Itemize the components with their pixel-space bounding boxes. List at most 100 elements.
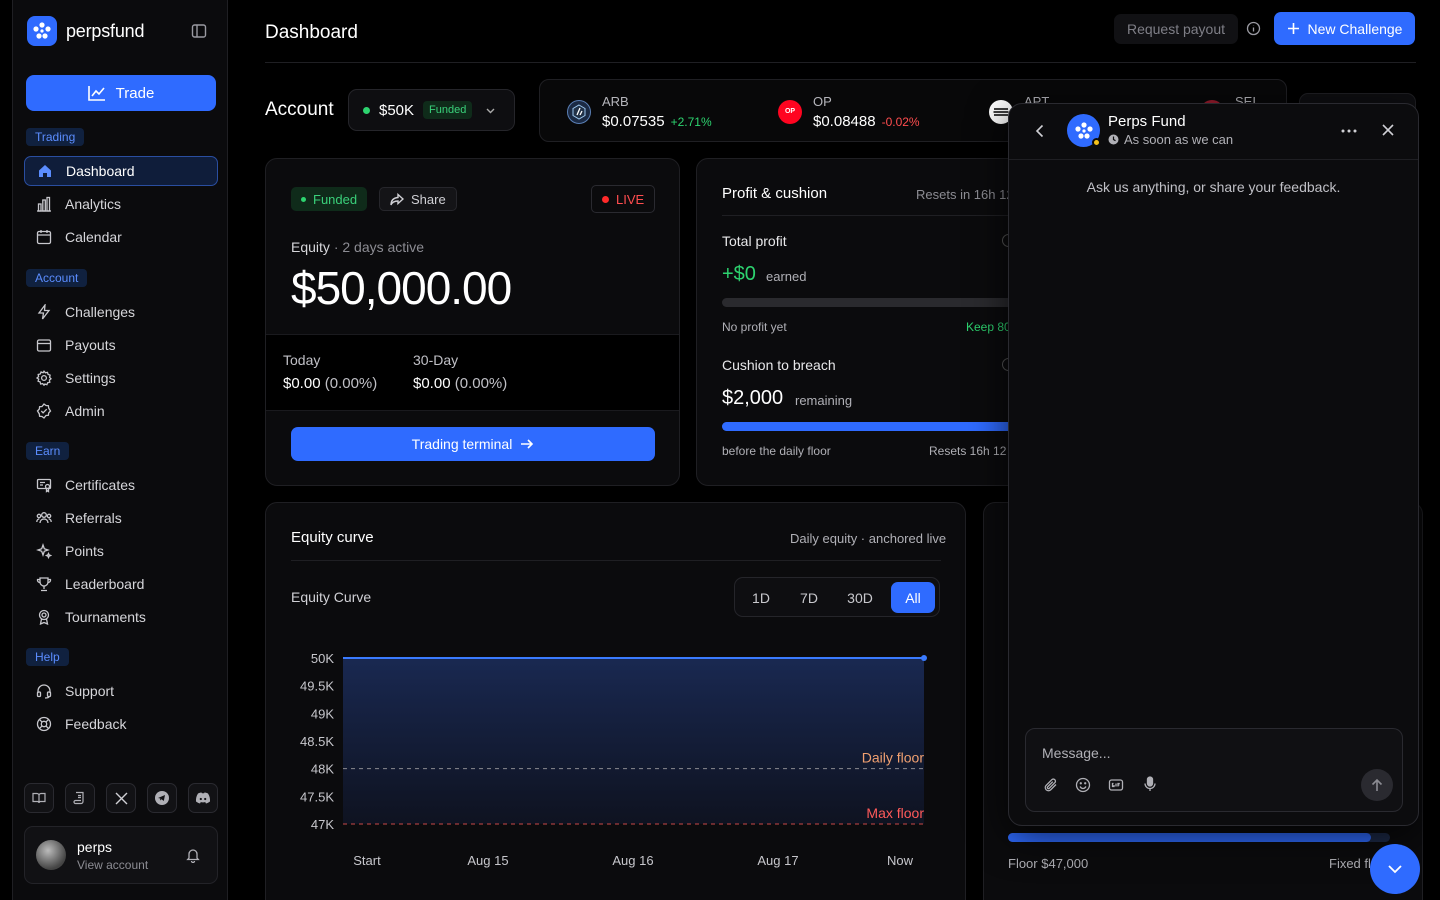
y-tick-label: 49.5K	[300, 679, 334, 694]
badge-check-icon	[36, 403, 52, 419]
microphone-icon[interactable]	[1143, 776, 1157, 792]
ticker-price: $0.08488	[813, 112, 876, 130]
away-status-dot	[1092, 138, 1101, 147]
status-dot	[363, 106, 370, 114]
user-account[interactable]: perps View account	[24, 826, 218, 884]
floor-progress-bar	[1008, 833, 1390, 842]
bar-chart-icon	[37, 196, 51, 212]
sidebar-item-leaderboard[interactable]: Leaderboard	[24, 569, 218, 599]
logo-icon	[1074, 121, 1093, 139]
sidebar-item-points[interactable]: Points	[24, 536, 218, 566]
sidebar-item-settings[interactable]: Settings	[24, 363, 218, 393]
funded-status-badge: Funded	[291, 187, 368, 211]
section-help: Help	[26, 648, 69, 666]
ticker-item-arb[interactable]: ARB $0.07535 +2.71%	[567, 80, 712, 141]
trading-terminal-label: Trading terminal	[411, 436, 513, 452]
medal-icon	[38, 609, 50, 625]
info-icon[interactable]	[1246, 21, 1261, 36]
range-all[interactable]: All	[891, 582, 935, 613]
total-profit-value: +$0	[722, 263, 756, 285]
support-chat-widget: Perps Fund As soon as we can Ask us anyt…	[1008, 103, 1419, 826]
trade-button[interactable]: Trade	[26, 75, 216, 111]
range-7d[interactable]: 7D	[787, 582, 831, 613]
sidebar-item-label: Payouts	[65, 337, 116, 353]
sidebar-item-calendar[interactable]: Calendar	[24, 222, 218, 252]
equity-value: $50,000.00	[291, 262, 512, 314]
max-floor-label: Max floor	[866, 805, 924, 821]
wallet-icon	[36, 339, 52, 352]
pnl-summary: Today $0.00 (0.00%) 30-Day $0.00 (0.00%)	[266, 334, 679, 411]
thirty-day-pct: (0.00%)	[454, 375, 508, 392]
calendar-icon	[36, 230, 52, 245]
x-tick-label: Aug 15	[467, 853, 508, 868]
sidebar-item-label: Dashboard	[66, 163, 135, 179]
sidebar-item-certificates[interactable]: Certificates	[24, 470, 218, 500]
request-payout-button[interactable]: Request payout	[1114, 14, 1238, 44]
trophy-icon	[36, 577, 52, 592]
resets-bottom-text: Resets 16h 12	[929, 444, 1007, 458]
gear-icon	[36, 370, 52, 386]
sidebar-item-label: Settings	[65, 370, 116, 386]
account-selector[interactable]: $50K Funded	[348, 89, 515, 131]
sidebar-item-label: Support	[65, 683, 115, 699]
emoji-icon[interactable]	[1075, 777, 1091, 793]
sidebar-item-analytics[interactable]: Analytics	[24, 189, 218, 219]
gif-icon[interactable]	[1108, 777, 1124, 793]
sidebar-item-feedback[interactable]: Feedback	[24, 709, 218, 739]
sidebar-item-label: Leaderboard	[65, 576, 145, 592]
sidebar-item-tournaments[interactable]: Tournaments	[24, 602, 218, 632]
docs-book-icon[interactable]	[24, 783, 54, 813]
bell-icon[interactable]	[185, 847, 201, 863]
range-1d[interactable]: 1D	[739, 582, 783, 613]
sidebar-item-challenges[interactable]: Challenges	[24, 297, 218, 327]
status-dot	[301, 196, 306, 202]
range-selector: 1D 7D 30D All	[734, 577, 940, 617]
range-30d[interactable]: 30D	[838, 582, 882, 613]
scroll-docs-icon[interactable]	[65, 783, 95, 813]
lifebuoy-icon	[36, 716, 52, 732]
sidebar-item-admin[interactable]: Admin	[24, 396, 218, 426]
sidebar: perpsfund Trade Trading Dashboard Analyt…	[12, 0, 228, 900]
cushion-label: Cushion to breach	[722, 357, 836, 373]
today-label: Today	[283, 352, 321, 368]
optimism-icon: OP	[778, 99, 802, 124]
new-challenge-label: New Challenge	[1307, 20, 1403, 37]
sidebar-item-label: Certificates	[65, 477, 136, 493]
thirty-day-value: $0.00	[413, 375, 451, 392]
ticker-symbol: OP	[813, 93, 832, 109]
total-profit-label: Total profit	[722, 233, 787, 249]
trading-terminal-button[interactable]: Trading terminal	[291, 427, 655, 461]
discord-icon[interactable]	[188, 783, 218, 813]
cushion-progress-fill	[722, 422, 1022, 431]
user-name: perps	[77, 838, 113, 855]
sidebar-item-label: Referrals	[65, 510, 122, 526]
floor-progress-fill	[1008, 833, 1371, 842]
paperclip-icon[interactable]	[1043, 777, 1059, 793]
y-tick-label: 48K	[311, 762, 334, 777]
chat-toggle-button[interactable]	[1370, 844, 1420, 894]
sidebar-collapse-icon[interactable]	[191, 23, 207, 39]
section-earn: Earn	[26, 442, 70, 460]
x-twitter-icon[interactable]	[106, 783, 136, 813]
chat-header: Perps Fund As soon as we can	[1009, 104, 1418, 160]
new-challenge-button[interactable]: New Challenge	[1274, 12, 1415, 45]
message-input[interactable]	[1042, 743, 1382, 763]
home-icon	[39, 165, 51, 177]
sidebar-item-dashboard[interactable]: Dashboard	[24, 156, 218, 186]
arbitrum-icon	[567, 99, 591, 124]
sidebar-item-label: Admin	[65, 403, 105, 419]
ticker-item-op[interactable]: OP OP $0.08488 -0.02%	[778, 80, 920, 141]
share-button[interactable]: Share	[379, 187, 457, 211]
telegram-icon[interactable]	[147, 783, 177, 813]
no-profit-text: No profit yet	[722, 320, 787, 334]
send-button[interactable]	[1361, 769, 1393, 801]
sidebar-item-payouts[interactable]: Payouts	[24, 330, 218, 360]
equity-end-point[interactable]	[921, 655, 927, 661]
more-options-icon[interactable]	[1341, 129, 1357, 133]
sidebar-item-referrals[interactable]: Referrals	[24, 503, 218, 533]
sidebar-item-support[interactable]: Support	[24, 676, 218, 706]
chevron-left-icon[interactable]	[1035, 124, 1045, 138]
brand-logo[interactable]: perpsfund	[27, 16, 144, 46]
close-icon[interactable]	[1382, 124, 1394, 136]
section-account: Account	[26, 269, 88, 287]
